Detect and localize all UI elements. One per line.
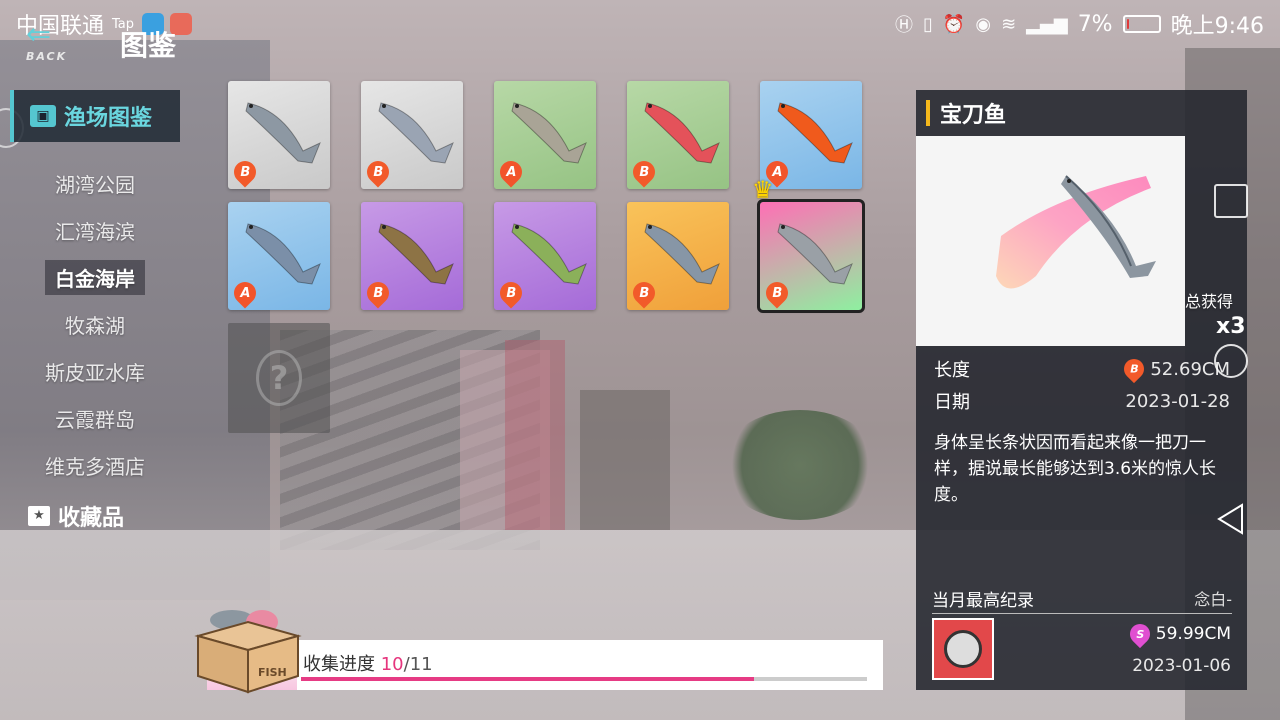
home-button[interactable] xyxy=(1214,344,1248,378)
sidebar-item-location[interactable]: 云霞群岛 xyxy=(10,395,180,442)
progress-text: 收集进度 10/11 xyxy=(303,650,433,676)
fish-card[interactable]: B xyxy=(361,202,463,310)
fish-card[interactable]: B xyxy=(228,81,330,189)
fish-card[interactable]: B xyxy=(627,202,729,310)
triangle-back-icon xyxy=(1217,503,1243,535)
record-value-group: S 59.99CM xyxy=(1125,619,1231,649)
fish-portrait xyxy=(916,136,1185,346)
cat-face-icon xyxy=(944,630,982,668)
tab-collection[interactable]: ★ 收藏品 xyxy=(28,500,124,532)
battery-percent: 7% xyxy=(1077,11,1113,37)
collection-label: 收藏品 xyxy=(58,506,125,531)
fish-detail-panel: 宝刀鱼 长度 B 52.69CM 日期 2023-01-28 身体呈长条状因而看 xyxy=(916,90,1247,690)
location-label: 斯皮亚水库 xyxy=(45,361,145,385)
progress-count: 10 xyxy=(380,654,404,675)
alarm-icon: ⏰ xyxy=(942,13,966,35)
grade-letter: B xyxy=(506,285,516,301)
fish-card[interactable]: A xyxy=(760,81,862,189)
fish-card[interactable]: A xyxy=(228,202,330,310)
back-nav-button[interactable] xyxy=(1214,502,1248,536)
sidebar-item-location[interactable]: 维克多酒店 xyxy=(10,442,180,489)
back-arrow-icon: ⇐ xyxy=(26,17,52,52)
grade-letter: B xyxy=(639,164,649,180)
progress-track xyxy=(301,677,867,681)
total-caught-label: 总获得 xyxy=(1185,292,1234,311)
date-label: 日期 xyxy=(934,392,970,413)
sidebar-item-location[interactable]: 牧森湖 xyxy=(10,301,180,348)
location-label: 白金海岸 xyxy=(45,260,145,295)
location-label: 维克多酒店 xyxy=(45,455,145,479)
total-caught-value: x3 xyxy=(1216,314,1246,339)
wifi-icon: ≋ xyxy=(1001,13,1017,35)
title-accent-bar xyxy=(926,100,930,126)
clock: 晚上9:46 xyxy=(1170,14,1264,39)
sidebar-item-location[interactable]: 斯皮亚水库 xyxy=(10,348,180,395)
progress-label: 收集进度 xyxy=(303,654,375,675)
avatar[interactable] xyxy=(932,618,994,680)
crown-icon: ♛ xyxy=(752,176,774,204)
fish-card[interactable]: B xyxy=(361,81,463,189)
background-machine xyxy=(505,340,565,530)
battery-icon xyxy=(1122,15,1161,33)
sidebar-item-location[interactable]: 湖湾公园 xyxy=(10,160,180,207)
date-row: 日期 2023-01-28 xyxy=(934,388,1230,414)
grade-letter: B xyxy=(373,285,383,301)
status-bar: 中国联通 Tap Ⓗ ▯ ⏰ ◉ ≋ ▂▄▆ 7% 晚上9:46 xyxy=(0,0,1280,48)
fish-card[interactable]: B xyxy=(494,202,596,310)
vibrate-icon: ▯ xyxy=(923,13,933,35)
record-value: 59.99CM xyxy=(1155,624,1231,644)
record-date: 2023-01-06 xyxy=(1132,656,1231,676)
grade-letter: B xyxy=(1130,362,1139,376)
recent-apps-button[interactable] xyxy=(1214,184,1248,218)
background-cabinet xyxy=(580,390,670,530)
monthly-record-header: 当月最高纪录 念白- xyxy=(932,586,1232,614)
signal-icon: ▂▄▆ xyxy=(1026,13,1068,35)
fish-card[interactable]: B xyxy=(627,81,729,189)
background-plant xyxy=(720,410,880,520)
progress-total: /11 xyxy=(403,654,433,675)
record-title: 当月最高纪录 xyxy=(932,591,1034,611)
gift-box-icon: ★ xyxy=(28,506,50,526)
book-icon: ▣ xyxy=(30,105,56,127)
tab-fishing-ground-guide[interactable]: ▣ 渔场图鉴 xyxy=(10,90,180,142)
fish-card[interactable]: A xyxy=(494,81,596,189)
collection-progress: 收集进度 10/11 xyxy=(207,640,883,690)
fish-box-icon: FISH xyxy=(188,598,308,694)
grade-s-icon: S xyxy=(1125,619,1154,649)
grade-letter: B xyxy=(772,285,782,301)
grade-letter: B xyxy=(373,164,383,180)
location-list: 湖湾公园 汇湾海滨 白金海岸 牧森湖 斯皮亚水库 云霞群岛 维克多酒店 xyxy=(10,160,180,489)
record-holder: 念白- xyxy=(1194,590,1232,609)
progress-fill xyxy=(301,677,754,681)
sidebar-item-location-selected[interactable]: 白金海岸 xyxy=(10,254,180,301)
length-label: 长度 xyxy=(934,360,970,381)
grade-letter: A xyxy=(239,285,251,301)
sidebar-item-location[interactable]: 汇湾海滨 xyxy=(10,207,180,254)
eye-icon: ◉ xyxy=(975,13,992,35)
date-value: 2023-01-28 xyxy=(1125,390,1230,412)
fish-name-header: 宝刀鱼 xyxy=(916,90,1247,136)
fish-card-selected[interactable]: B xyxy=(757,199,865,313)
fish-name: 宝刀鱼 xyxy=(940,103,1007,128)
page-title: 图鉴 xyxy=(120,29,177,62)
length-row: 长度 B 52.69CM xyxy=(934,354,1230,384)
grade-letter: B xyxy=(639,285,649,301)
location-label: 湖湾公园 xyxy=(55,173,135,197)
grade-letter: A xyxy=(505,164,517,180)
grade-letter: S xyxy=(1135,627,1144,641)
box-label: FISH xyxy=(258,666,287,679)
grade-b-icon: B xyxy=(1120,354,1149,384)
location-label: 汇湾海滨 xyxy=(55,220,135,244)
fish-description: 身体呈长条状因而看起来像一把刀一样，据说最长能够达到3.6米的惊人长度。 xyxy=(934,433,1217,505)
back-label: BACK xyxy=(26,50,68,63)
hd-icon: Ⓗ xyxy=(895,15,914,36)
location-label: 牧森湖 xyxy=(65,314,125,338)
question-mark-icon: ? xyxy=(256,350,302,406)
location-label: 云霞群岛 xyxy=(55,408,135,432)
locked-fish-card[interactable]: ? xyxy=(228,323,330,433)
grade-letter: B xyxy=(240,164,250,180)
tab-label: 渔场图鉴 xyxy=(64,106,153,131)
back-button[interactable]: ⇐ BACK xyxy=(26,20,96,70)
